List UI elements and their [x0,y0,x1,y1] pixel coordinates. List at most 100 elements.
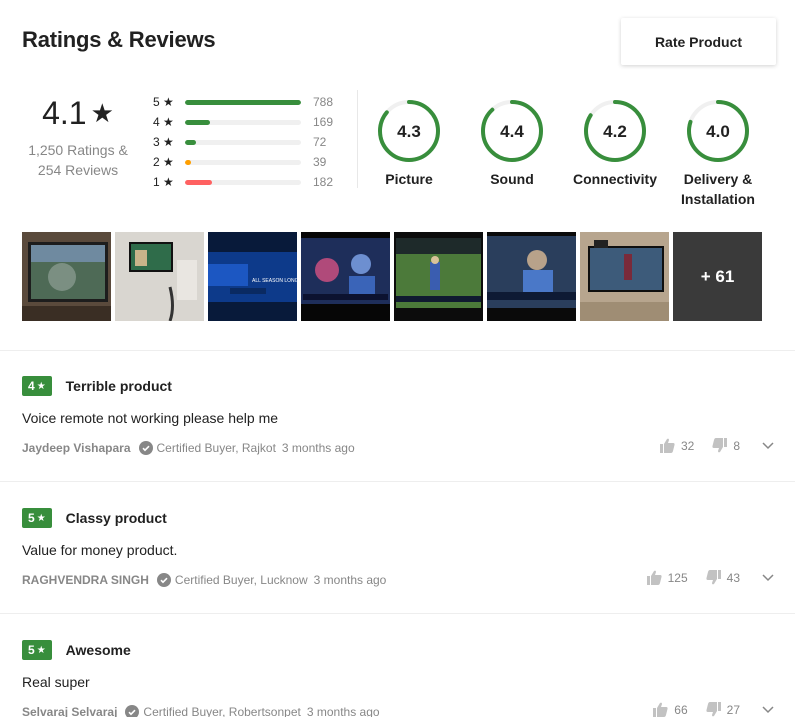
dislike-count: 27 [726,702,740,717]
review-text: Real super [22,674,90,690]
rating-value: 5 [28,643,35,657]
like-button[interactable]: 32 [659,438,695,453]
star-icon: ★ [90,98,114,128]
aspect-ring: 4.4 [481,100,543,162]
thumbs-up-icon [653,702,668,717]
aspect-ring: 4.2 [584,100,646,162]
certified-buyer: Certified Buyer, Lucknow [174,573,308,587]
customer-photo[interactable]: ALL SEASON LONG [208,232,297,321]
like-button[interactable]: 66 [653,702,688,717]
review-text: Value for money product. [22,542,178,558]
distribution-label: 4 ★ [153,115,174,129]
chevron-down-icon[interactable] [762,705,774,714]
dislike-count: 8 [733,438,740,453]
rating-badge: 5 ★ [22,508,52,528]
distribution-row: 1 ★ 182 [150,172,350,192]
star-icon: ★ [36,380,46,392]
customer-photo[interactable] [580,232,669,321]
review-card: 4 ★ Terrible product Voice remote not wor… [22,376,774,458]
chevron-down-icon[interactable] [762,441,774,450]
customer-photo[interactable] [487,232,576,321]
rating-value: 5 [28,511,35,525]
review-meta: RAGHVENDRA SINGH Certified Buyer, Luckno… [22,570,774,590]
rate-product-button[interactable]: Rate Product [621,18,776,65]
distribution-bar [185,119,301,125]
rating-distribution: 5 ★ 788 4 ★ 169 3 ★ 72 2 ★ 39 1 ★ 182 [150,92,350,192]
customer-photo[interactable] [301,232,390,321]
distribution-label: 5 ★ [153,95,174,109]
like-count: 125 [667,570,688,585]
certified-buyer: Certified Buyer, Robertsonpet [143,705,301,717]
aspect-score: 4.4 [500,122,524,141]
aspect-delivery: 4.0 Delivery & Installation [663,98,773,209]
customer-photo[interactable] [115,232,204,321]
aspect-score: 4.0 [706,122,730,141]
distribution-count: 39 [313,155,327,169]
aspect-name-line: Delivery & [683,171,753,187]
more-photos-button[interactable]: + 61 [673,232,762,321]
aspect-name-line: Picture [385,171,433,187]
rating-value: 4 [28,379,35,393]
distribution-count: 788 [313,95,334,109]
chevron-down-icon[interactable] [762,573,774,582]
reviews-count: 254 Reviews [37,162,119,178]
distribution-bar [185,179,301,185]
distribution-label: 3 ★ [153,135,174,149]
reviewer-name: Jaydeep Vishapara [22,441,131,455]
aspect-picture: 4.3 Picture [354,98,464,189]
aspect-ring: 4.0 [687,100,749,162]
like-button[interactable]: 125 [646,570,688,585]
dislike-button[interactable]: 27 [706,702,740,717]
distribution-count: 169 [313,115,334,129]
certified-buyer: Certified Buyer, Rajkot [156,441,276,455]
star-icon: ★ [36,644,46,656]
aspect-name-line: Installation [681,191,755,207]
divider [0,350,795,351]
distribution-fill [185,99,301,105]
distribution-bar [185,159,301,165]
reviewer-name: Selvaraj Selvaraj [22,705,118,717]
like-count: 32 [680,438,695,453]
reviewer-name: RAGHVENDRA SINGH [22,573,149,587]
distribution-fill [185,179,212,185]
review-card: 5 ★ Awesome Real super Selvaraj Selvaraj … [22,640,774,717]
aspect-sound: 4.4 Sound [457,98,567,189]
thumbs-up-icon [659,438,675,453]
thumbs-up-icon [646,570,662,585]
dislike-button[interactable]: 8 [712,438,740,453]
review-time: 3 months ago [306,705,380,717]
thumbs-down-icon [712,438,728,453]
customer-photo[interactable] [22,232,111,321]
ratings-reviews-count: 1,250 Ratings & 254 Reviews [22,140,134,180]
review-text: Voice remote not working please help me [22,410,279,426]
aspect-score: 4.2 [603,122,627,141]
star-icon: ★ [36,512,46,524]
dislike-button[interactable]: 43 [706,570,740,585]
customer-photo[interactable] [394,232,483,321]
review-title: Awesome [65,642,131,658]
thumbs-down-icon [706,702,721,717]
aspect-name: Picture [354,169,464,189]
aspect-score: 4.3 [397,122,421,141]
review-meta: Selvaraj Selvaraj Certified Buyer, Rober… [22,702,774,717]
distribution-fill [185,119,210,125]
page-title: Ratings & Reviews [22,27,216,52]
overall-score-value: 4.1 [42,95,87,131]
review-card: 5 ★ Classy product Value for money produc… [22,508,774,590]
rating-badge: 5 ★ [22,640,52,660]
divider [0,481,795,482]
certified-check-icon [125,705,140,717]
distribution-row: 5 ★ 788 [150,92,350,112]
distribution-fill [185,139,196,145]
aspect-name: Connectivity [560,169,670,189]
customer-photos: ALL SEASON LONG + 61 [22,232,762,321]
aspect-connectivity: 4.2 Connectivity [560,98,670,189]
overall-rating: 4.1 ★ 1,250 Ratings & 254 Reviews [22,95,134,180]
thumbs-down-icon [706,570,721,585]
aspect-name-line: Connectivity [572,171,657,187]
more-photos-label: + 61 [700,266,735,286]
divider [0,613,795,614]
aspect-name: Delivery & Installation [663,169,773,209]
review-time: 3 months ago [313,573,387,587]
review-title: Classy product [65,510,167,526]
